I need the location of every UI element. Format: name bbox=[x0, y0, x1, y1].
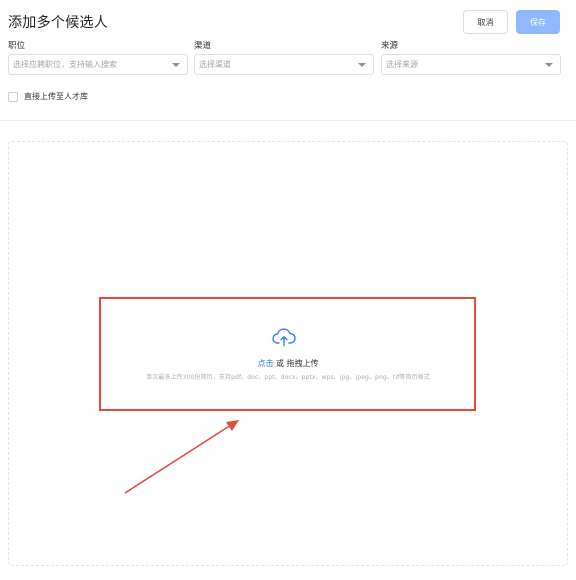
chevron-down-icon bbox=[545, 62, 553, 67]
channel-select-placeholder: 选择渠道 bbox=[199, 60, 231, 69]
click-upload-link[interactable]: 点击 bbox=[257, 359, 273, 368]
position-select-placeholder: 选择应聘职位，支持输入搜索 bbox=[13, 60, 117, 69]
save-button[interactable]: 保存 bbox=[516, 10, 560, 34]
direct-upload-option[interactable]: 直接上传至人才库 bbox=[8, 91, 88, 102]
cancel-button[interactable]: 取消 bbox=[463, 10, 508, 34]
position-label: 职位 bbox=[8, 41, 26, 51]
position-select[interactable]: 选择应聘职位，支持输入搜索 bbox=[8, 54, 188, 75]
source-label: 来源 bbox=[381, 41, 399, 51]
upload-instruction: 点击 或 拖拽上传 bbox=[0, 358, 576, 369]
direct-upload-label: 直接上传至人才库 bbox=[24, 92, 88, 101]
channel-select[interactable]: 选择渠道 bbox=[194, 54, 374, 75]
cloud-upload-icon[interactable] bbox=[272, 327, 296, 347]
upload-format-hint: 单次最多上传300份简历，支持pdf、doc、ppt、docx、pptx、wps… bbox=[146, 374, 430, 381]
page-title: 添加多个候选人 bbox=[8, 15, 109, 31]
channel-label: 渠道 bbox=[194, 41, 212, 51]
source-select-placeholder: 选择来源 bbox=[386, 60, 418, 69]
chevron-down-icon bbox=[358, 62, 366, 67]
direct-upload-checkbox[interactable] bbox=[8, 91, 18, 102]
drag-upload-text: 拖拽上传 bbox=[286, 359, 319, 368]
source-select[interactable]: 选择来源 bbox=[381, 54, 561, 75]
chevron-down-icon bbox=[172, 62, 180, 67]
section-divider bbox=[0, 120, 576, 121]
annotation-highlight-box bbox=[99, 297, 476, 411]
upload-or-text: 或 bbox=[273, 359, 287, 368]
add-candidates-page: 添加多个候选人 取消 保存 职位 选择应聘职位，支持输入搜索 渠道 选择渠道 来… bbox=[0, 0, 576, 580]
